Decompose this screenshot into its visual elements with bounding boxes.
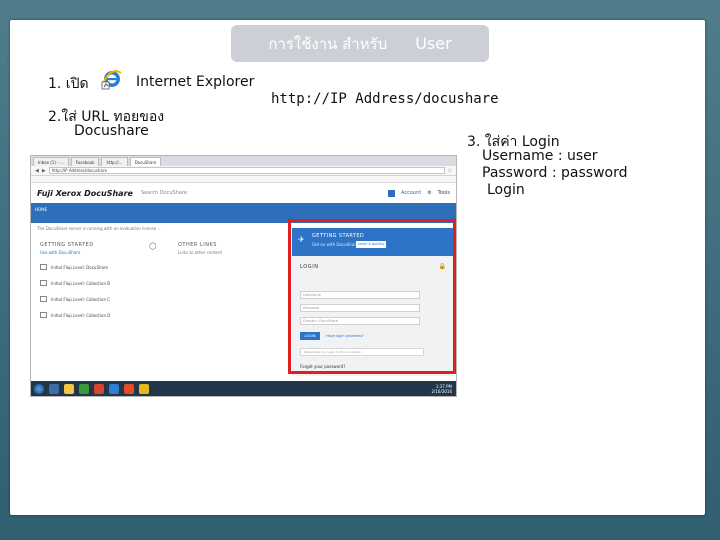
- folder-icon: [40, 296, 47, 302]
- browser-tabs: Inbox (1) - ... Facebook http://... Docu…: [31, 156, 456, 166]
- url-text: http://IP Address/docushare: [271, 91, 499, 107]
- list-item-label: Initial Flop Level: DocuShare: [51, 264, 108, 270]
- taskbar-clock: 1:37 PM 2/16/2016: [431, 384, 452, 394]
- tools-link[interactable]: Tools: [438, 190, 450, 196]
- list-item[interactable]: Initial Flop Level: Collection C: [40, 296, 110, 302]
- browser-tab[interactable]: Inbox (1) - ...: [33, 157, 69, 166]
- folder-icon: [40, 280, 47, 286]
- browser-tab[interactable]: Facebook: [70, 157, 100, 166]
- bookmarks-bar: [31, 176, 456, 183]
- username-instruction: Username : user: [482, 148, 598, 164]
- list-item[interactable]: Initial Flop Level: Collection B: [40, 280, 110, 286]
- slide-title: การใช้งาน สำหรับ User: [231, 25, 489, 62]
- media-taskbar-icon[interactable]: [79, 383, 89, 394]
- list-item-label: Initial Flop Level: Collection D: [51, 312, 111, 318]
- powerpoint-taskbar-icon[interactable]: [124, 383, 134, 394]
- license-notice: The DocuShare server is running with an …: [37, 226, 162, 231]
- url-field[interactable]: http://IP Address/docushare: [48, 167, 445, 174]
- windows-taskbar: 1:37 PM 2/16/2016: [31, 381, 456, 396]
- getting-started-sub[interactable]: Use with DocuShare: [40, 250, 80, 255]
- cube-icon: ⬡: [149, 242, 157, 252]
- login-highlight-frame: [288, 219, 456, 374]
- gear-icon[interactable]: ⚙: [427, 190, 431, 196]
- list-item[interactable]: Initial Flop Level: Collection D: [40, 312, 110, 318]
- chrome-taskbar-icon[interactable]: [139, 383, 149, 394]
- title-thai: การใช้งาน สำหรับ: [268, 34, 388, 53]
- folder-icon: [40, 312, 47, 318]
- docushare-header: Fuji Xerox DocuShare Search DocuShare Ac…: [31, 183, 456, 203]
- internet-explorer-icon: [101, 70, 122, 90]
- list-item-label: Initial Flop Level: Collection B: [51, 280, 110, 286]
- nav-home[interactable]: HOME: [35, 207, 47, 212]
- start-icon[interactable]: [34, 383, 44, 394]
- account-link[interactable]: Account: [401, 190, 421, 196]
- clock-date: 2/16/2016: [431, 388, 452, 394]
- other-links-sub: Links to other content: [178, 250, 223, 255]
- back-icon[interactable]: ◀: [35, 168, 39, 174]
- step1-label: 1. เปิด: [48, 76, 89, 92]
- list-item[interactable]: Initial Flop Level: DocuShare: [40, 264, 108, 270]
- browser-tab[interactable]: http://...: [101, 157, 128, 166]
- step2-line2: Docushare: [74, 123, 149, 139]
- title-user: User: [415, 34, 452, 53]
- word-taskbar-icon[interactable]: [109, 383, 119, 394]
- step1-app-name: Internet Explorer: [136, 74, 255, 90]
- list-item-label: Initial Flop Level: Collection C: [51, 296, 111, 302]
- user-icon[interactable]: [387, 189, 395, 197]
- ie-taskbar-icon[interactable]: [49, 383, 59, 394]
- login-instruction: Login: [487, 182, 525, 198]
- star-icon[interactable]: ☆: [448, 168, 452, 174]
- browser-tab-active[interactable]: DocuShare: [129, 157, 162, 166]
- forward-icon[interactable]: ▶: [42, 168, 46, 174]
- folder-icon: [40, 264, 47, 270]
- app-taskbar-icon[interactable]: [94, 383, 104, 394]
- other-links-heading: OTHER LINKS: [178, 242, 217, 248]
- docushare-search[interactable]: Search DocuShare: [141, 190, 187, 196]
- password-instruction: Password : password: [482, 165, 628, 181]
- folder-taskbar-icon[interactable]: [64, 383, 74, 394]
- docushare-logo: Fuji Xerox DocuShare: [37, 188, 133, 198]
- getting-started-heading: GETTING STARTED: [40, 242, 94, 248]
- address-bar: ◀ ▶ http://IP Address/docushare ☆: [31, 166, 456, 176]
